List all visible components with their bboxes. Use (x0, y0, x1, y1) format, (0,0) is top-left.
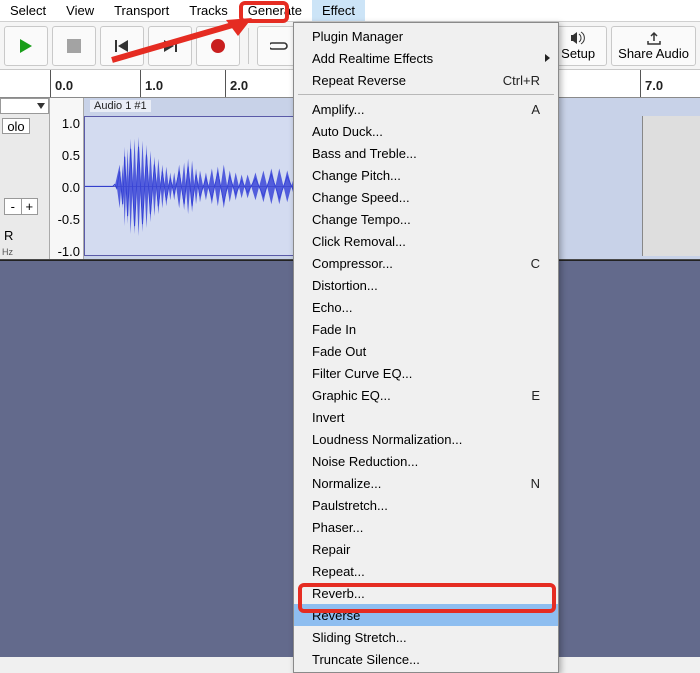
hz-label: Hz (2, 247, 13, 257)
menu-effect-click-removal[interactable]: Click Removal... (294, 230, 558, 252)
play-icon (18, 38, 34, 54)
ruler-tick: 7.0 (645, 78, 663, 93)
track-expand[interactable]: + (22, 199, 38, 214)
menu-plugin-manager[interactable]: Plugin Manager (294, 25, 558, 47)
setup-icon (570, 31, 586, 45)
stop-button[interactable] (52, 26, 96, 66)
shortcut-label: E (531, 388, 540, 403)
menu-effect-distortion[interactable]: Distortion... (294, 274, 558, 296)
shortcut-label: A (531, 102, 540, 117)
menu-effect-repeat[interactable]: Repeat... (294, 560, 558, 582)
waveform-icon (85, 117, 315, 256)
shortcut-label: N (531, 476, 540, 491)
menu-effect-amplify[interactable]: Amplify...A (294, 98, 558, 120)
track-dropdown[interactable] (0, 98, 49, 114)
menu-select[interactable]: Select (0, 0, 56, 21)
empty-track-area[interactable] (642, 116, 700, 256)
share-icon (646, 31, 662, 45)
menu-effect-sliding-stretch[interactable]: Sliding Stretch... (294, 626, 558, 648)
menu-effect-loudness-normalization[interactable]: Loudness Normalization... (294, 428, 558, 450)
menu-effect-fade-out[interactable]: Fade Out (294, 340, 558, 362)
menu-effect-change-speed[interactable]: Change Speed... (294, 186, 558, 208)
menu-effect-normalize[interactable]: Normalize...N (294, 472, 558, 494)
track-pm[interactable]: - + (4, 198, 38, 215)
vscale-tick: 0.5 (52, 148, 80, 163)
share-audio-button[interactable]: Share Audio (611, 26, 696, 66)
vertical-scale[interactable]: 1.0 0.5 0.0 -0.5 -1.0 (50, 98, 84, 259)
menu-effect-reverse[interactable]: Reverse (294, 604, 558, 626)
menu-effect-auto-duck[interactable]: Auto Duck... (294, 120, 558, 142)
solo-button[interactable]: olo (2, 118, 30, 134)
loop-icon (270, 39, 288, 53)
shortcut-label: C (531, 256, 540, 271)
track-control-panel[interactable]: olo - + R Hz (0, 98, 50, 259)
menu-effect-bass-and-treble[interactable]: Bass and Treble... (294, 142, 558, 164)
track-collapse[interactable]: - (5, 199, 22, 214)
channel-indicator: R (4, 228, 13, 243)
vscale-tick: 1.0 (52, 116, 80, 131)
share-label: Share Audio (618, 46, 689, 61)
menu-effect-echo[interactable]: Echo... (294, 296, 558, 318)
vscale-tick: 0.0 (52, 180, 80, 195)
shortcut-label: Ctrl+R (503, 73, 540, 88)
menu-effect-invert[interactable]: Invert (294, 406, 558, 428)
submenu-arrow-icon (545, 54, 550, 62)
setup-label: Setup (561, 46, 595, 61)
effect-menu-dropdown: Plugin Manager Add Realtime Effects Repe… (293, 22, 559, 673)
menu-effect-truncate-silence[interactable]: Truncate Silence... (294, 648, 558, 670)
menu-view[interactable]: View (56, 0, 104, 21)
menu-effect-paulstretch[interactable]: Paulstretch... (294, 494, 558, 516)
chevron-down-icon (37, 103, 45, 109)
clip-title[interactable]: Audio 1 #1 (90, 100, 151, 112)
menu-effect-reverb[interactable]: Reverb... (294, 582, 558, 604)
menu-repeat-last[interactable]: Repeat ReverseCtrl+R (294, 69, 558, 91)
audio-clip[interactable] (84, 116, 316, 256)
menu-effect-graphic-eq[interactable]: Graphic EQ...E (294, 384, 558, 406)
menu-effect-change-pitch[interactable]: Change Pitch... (294, 164, 558, 186)
menu-effect-change-tempo[interactable]: Change Tempo... (294, 208, 558, 230)
stop-icon (67, 39, 81, 53)
annotation-arrow-icon (104, 18, 264, 66)
menu-effect-fade-in[interactable]: Fade In (294, 318, 558, 340)
vscale-tick: -0.5 (52, 212, 80, 227)
ruler-tick: 0.0 (55, 78, 73, 93)
ruler-tick: 2.0 (230, 78, 248, 93)
menu-add-realtime-effects[interactable]: Add Realtime Effects (294, 47, 558, 69)
menu-effect-compressor[interactable]: Compressor...C (294, 252, 558, 274)
menu-effect-noise-reduction[interactable]: Noise Reduction... (294, 450, 558, 472)
menu-effect[interactable]: Effect (312, 0, 365, 21)
menu-separator (298, 94, 554, 95)
menu-effect-repair[interactable]: Repair (294, 538, 558, 560)
play-button[interactable] (4, 26, 48, 66)
menu-effect-filter-curve-eq[interactable]: Filter Curve EQ... (294, 362, 558, 384)
menu-effect-phaser[interactable]: Phaser... (294, 516, 558, 538)
ruler-tick: 1.0 (145, 78, 163, 93)
vscale-tick: -1.0 (52, 244, 80, 259)
